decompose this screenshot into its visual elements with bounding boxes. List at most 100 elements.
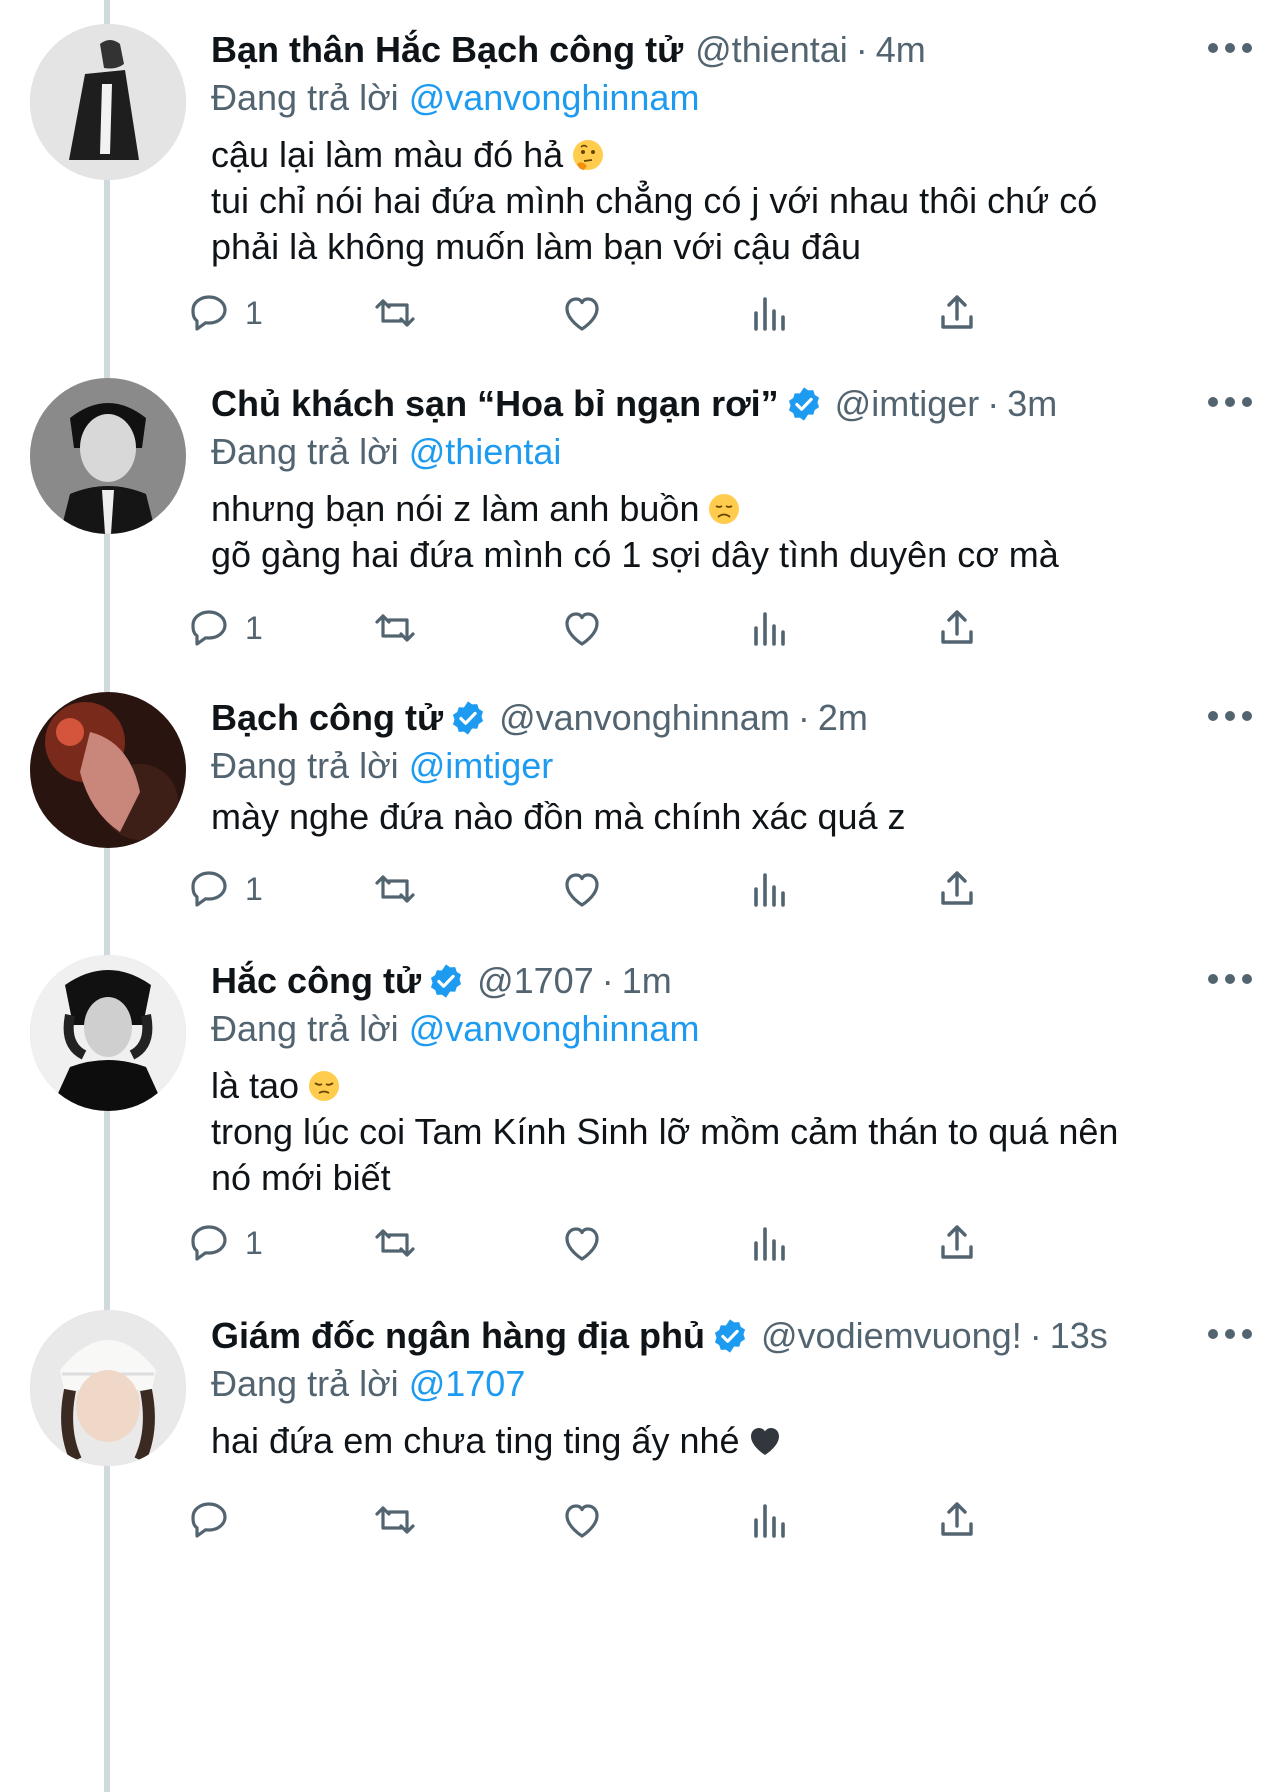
tweet-actions	[191, 1495, 1111, 1545]
separator: ·	[855, 29, 868, 70]
retweet-button[interactable]	[371, 288, 419, 338]
share-button[interactable]	[933, 864, 981, 914]
verified-badge-icon	[785, 385, 823, 423]
replying-to: Đang trả lời @thientai	[211, 430, 561, 474]
analytics-button[interactable]	[746, 288, 794, 338]
user-handle[interactable]: @vodiemvuong!	[761, 1314, 1022, 1358]
mention-link[interactable]: @1707	[409, 1363, 526, 1404]
user-handle[interactable]: @vanvonghinnam	[499, 696, 790, 740]
reply-count: 1	[245, 609, 263, 646]
reply-count: 1	[245, 1224, 263, 1261]
tweet-header: Hắc công tử @1707 · 1m	[211, 959, 1224, 1003]
user-handle[interactable]: @thientai	[695, 28, 848, 72]
like-button[interactable]	[558, 288, 606, 338]
retweet-button[interactable]	[371, 1495, 419, 1545]
user-handle[interactable]: @imtiger	[835, 382, 980, 426]
more-options-icon[interactable]	[1208, 969, 1252, 989]
mention-link[interactable]: @vanvonghinnam	[409, 1008, 700, 1049]
tweet-text: nhưng bạn nói z làm anh buồn gõ gàng hai…	[211, 486, 1224, 578]
analytics-button[interactable]	[746, 1495, 794, 1545]
retweet-button[interactable]	[371, 864, 419, 914]
retweet-icon	[375, 299, 415, 327]
black-heart-emoji	[748, 1424, 782, 1458]
share-button[interactable]	[933, 288, 981, 338]
timestamp[interactable]: 1m	[622, 959, 672, 1003]
mention-link[interactable]: @thientai	[409, 431, 562, 472]
separator: ·	[1029, 1315, 1042, 1356]
tweet-line: trong lúc coi Tam Kính Sinh lỡ mồm cảm t…	[211, 1111, 1119, 1152]
retweet-icon	[375, 875, 415, 903]
like-button[interactable]	[558, 1495, 606, 1545]
share-button[interactable]	[933, 1218, 981, 1268]
heart-icon	[565, 1504, 599, 1538]
more-options-icon[interactable]	[1208, 392, 1252, 412]
tweet-text: mày nghe đứa nào đồn mà chính xác quá z	[211, 794, 1224, 840]
tweet-text: cậu lại làm màu đó hả tui chỉ nói hai đứ…	[211, 132, 1224, 270]
replying-to: Đang trả lời @vanvonghinnam	[211, 1007, 699, 1051]
separator: ·	[797, 697, 810, 738]
tweet-line: nó mới biết	[211, 1157, 391, 1198]
replying-prefix: Đang trả lời	[211, 1363, 399, 1404]
tweet-actions: 1	[191, 288, 1111, 338]
display-name[interactable]: Chủ khách sạn “Hoa bỉ ngạn rơi”	[211, 382, 779, 426]
display-name[interactable]: Bạch công tử	[211, 696, 443, 740]
separator: ·	[601, 960, 614, 1001]
more-options-icon[interactable]	[1208, 38, 1252, 58]
like-button[interactable]	[558, 603, 606, 653]
analytics-button[interactable]	[746, 1218, 794, 1268]
replying-prefix: Đang trả lời	[211, 431, 399, 472]
retweet-icon	[375, 614, 415, 642]
replying-prefix: Đang trả lời	[211, 745, 399, 786]
display-name[interactable]: Hắc công tử	[211, 959, 421, 1003]
share-icon	[941, 1225, 973, 1259]
reply-icon	[191, 871, 227, 907]
tweet-line: nhưng bạn nói z làm anh buồn	[211, 488, 700, 529]
tweet-actions: 1	[191, 603, 1111, 653]
reply-button[interactable]	[185, 1495, 245, 1545]
retweet-button[interactable]	[371, 603, 419, 653]
avatar[interactable]	[30, 1310, 186, 1466]
mention-link[interactable]: @vanvonghinnam	[409, 77, 700, 118]
more-options-icon[interactable]	[1208, 706, 1252, 726]
share-button[interactable]	[933, 1495, 981, 1545]
user-handle[interactable]: @1707	[477, 959, 594, 1003]
timestamp[interactable]: 3m	[1007, 382, 1057, 426]
mention-link[interactable]: @imtiger	[409, 745, 554, 786]
tweet-text: hai đứa em chưa ting ting ấy nhé	[211, 1418, 1224, 1464]
tweet-header: Bạch công tử @vanvonghinnam · 2m	[211, 696, 1224, 740]
more-options-icon[interactable]	[1208, 1324, 1252, 1344]
thread-connector-line	[104, 0, 110, 1792]
tweet-header: Giám đốc ngân hàng địa phủ @vodiemvuong!…	[211, 1314, 1224, 1358]
analytics-icon	[754, 1504, 785, 1538]
tweet-actions: 1	[191, 864, 1111, 914]
timestamp[interactable]: 13s	[1050, 1314, 1108, 1358]
analytics-button[interactable]	[746, 603, 794, 653]
replying-to: Đang trả lời @1707	[211, 1362, 525, 1406]
reply-button[interactable]: 1	[185, 288, 263, 338]
reply-button[interactable]: 1	[185, 864, 263, 914]
retweet-button[interactable]	[371, 1218, 419, 1268]
share-button[interactable]	[933, 603, 981, 653]
replying-to: Đang trả lời @vanvonghinnam	[211, 76, 699, 120]
replying-prefix: Đang trả lời	[211, 1008, 399, 1049]
heart-icon	[565, 873, 599, 907]
timestamp[interactable]: 4m	[876, 28, 926, 72]
reply-button[interactable]: 1	[185, 1218, 263, 1268]
display-name[interactable]: Bạn thân Hắc Bạch công tử	[211, 28, 683, 72]
avatar[interactable]	[30, 24, 186, 180]
analytics-button[interactable]	[746, 864, 794, 914]
like-button[interactable]	[558, 864, 606, 914]
reply-count: 1	[245, 294, 263, 331]
timestamp[interactable]: 2m	[818, 696, 868, 740]
heart-icon	[565, 612, 599, 646]
thinking-face-emoji	[571, 138, 605, 172]
tweet-line: phải là không muốn làm bạn với cậu đâu	[211, 226, 862, 267]
avatar[interactable]	[30, 692, 186, 848]
avatar[interactable]	[30, 378, 186, 534]
replying-to: Đang trả lời @imtiger	[211, 744, 553, 788]
tweet-line: gõ gàng hai đứa mình có 1 sợi dây tình d…	[211, 534, 1059, 575]
display-name[interactable]: Giám đốc ngân hàng địa phủ	[211, 1314, 705, 1358]
reply-button[interactable]: 1	[185, 603, 263, 653]
like-button[interactable]	[558, 1218, 606, 1268]
avatar[interactable]	[30, 955, 186, 1111]
